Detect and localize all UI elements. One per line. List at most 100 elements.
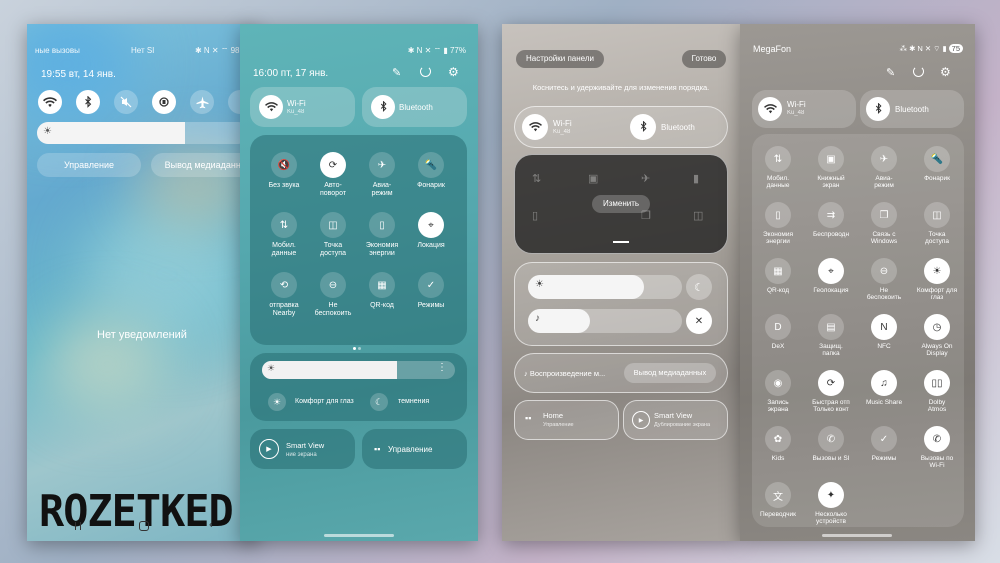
qr-icon: ▦ bbox=[765, 258, 791, 284]
wifi-ssid: Ku_48 bbox=[553, 129, 571, 135]
quick-toggle-mobile-data[interactable]: ⇅ Мобил. данные bbox=[256, 212, 312, 259]
quick-toggle-qr[interactable]: ▦ QR-код bbox=[354, 272, 410, 310]
nav-home-icon[interactable] bbox=[139, 521, 149, 531]
quick-toggle-dex[interactable]: D DeX bbox=[752, 314, 804, 350]
quick-toggle-translate[interactable]: 文 Переводчик bbox=[752, 482, 804, 518]
status-bar: ✱ N ✕ ⌔ ▮ 77% bbox=[407, 46, 466, 55]
quick-toggle-share[interactable]: ⟲ отправка Nearby bbox=[256, 272, 312, 319]
edit-button[interactable]: Изменить bbox=[592, 195, 650, 213]
quick-toggle-airplane[interactable]: ✈ Авиа- режим bbox=[858, 146, 910, 190]
edit-icon[interactable]: ✎ bbox=[392, 66, 401, 79]
moon-icon[interactable]: ☾ bbox=[686, 274, 712, 300]
wifi-tile[interactable]: Wi-Fi Ku_48 bbox=[752, 90, 856, 128]
flashlight-icon: ▮ bbox=[693, 173, 700, 185]
media-output-button[interactable]: Вывод медиаданных bbox=[624, 363, 716, 383]
screen-record-icon: ◉ bbox=[765, 370, 791, 396]
quick-toggle-battery[interactable]: ▯ Экономия энергии bbox=[752, 202, 804, 246]
mobile-data-icon: ⇅ bbox=[532, 173, 542, 185]
quick-toggle-airplane[interactable]: ✈ Авиа- режим bbox=[354, 152, 410, 199]
quick-toggle-rotate[interactable]: ⟳ Авто- поворот bbox=[305, 152, 361, 199]
toggle-label: Точка доступа bbox=[924, 231, 950, 246]
wifi-tile[interactable]: Wi-Fi Ku_48 bbox=[250, 87, 355, 127]
quick-toggle-location[interactable]: ⌖ Геолокация bbox=[805, 258, 857, 294]
quick-toggle-hotspot[interactable]: ◫ Точка доступа bbox=[305, 212, 361, 259]
quick-toggle-modes[interactable]: ✓ Режимы bbox=[403, 272, 459, 310]
nav-recent-icon[interactable] bbox=[75, 522, 81, 530]
mute-toggle[interactable] bbox=[114, 90, 138, 114]
toggle-label: Режимы bbox=[871, 455, 897, 462]
quick-toggle-location[interactable]: ⌖ Локация bbox=[403, 212, 459, 250]
brightness-slider[interactable]: ☀ ⋮ bbox=[262, 361, 455, 379]
quick-toggle-dolby[interactable]: ▯▯ Dolby Atmos bbox=[911, 370, 963, 414]
toggle-label: QR-код bbox=[766, 287, 790, 294]
done-button[interactable]: Готово bbox=[682, 50, 726, 68]
brightness-slider[interactable]: ☀ bbox=[37, 122, 249, 144]
battery-icon: ▯ bbox=[765, 202, 791, 228]
mute-icon[interactable]: ✕ bbox=[686, 308, 712, 334]
quick-toggle-screen-record[interactable]: ◉ Запись экрана bbox=[752, 370, 804, 414]
manage-label: Управление bbox=[388, 445, 433, 454]
gear-icon[interactable]: ⚙ bbox=[448, 65, 459, 79]
quick-toggle-calls[interactable]: ✆ Вызовы и SI bbox=[805, 426, 857, 462]
quick-toggle-mobile-data[interactable]: ⇅ Мобил. данные bbox=[752, 146, 804, 190]
quick-toggle-flashlight[interactable]: 🔦 Фонарик bbox=[911, 146, 963, 182]
quick-toggle-hotspot[interactable]: ◫ Точка доступа bbox=[911, 202, 963, 246]
sun-icon: ☀ bbox=[43, 126, 52, 137]
quick-toggle-flashlight[interactable]: 🔦 Фонарик bbox=[403, 152, 459, 190]
bluetooth-tile[interactable]: Bluetooth bbox=[860, 90, 964, 128]
home-label: Home bbox=[543, 411, 564, 420]
more-icon[interactable]: ⋮ bbox=[437, 362, 447, 373]
quick-toggle-dnd[interactable]: ⊖ Не беспокоить bbox=[858, 258, 910, 302]
airplane-icon: ✈ bbox=[871, 146, 897, 172]
quick-toggle-portrait[interactable]: ▣ Книжный экран bbox=[805, 146, 857, 190]
power-icon[interactable] bbox=[420, 66, 431, 77]
edit-icon[interactable]: ✎ bbox=[886, 66, 895, 79]
gear-icon[interactable]: ⚙ bbox=[940, 65, 951, 79]
quick-toggle-wifi-call[interactable]: ✆ Вызовы по Wi-Fi bbox=[911, 426, 963, 470]
quick-toggle-mute[interactable]: 🔇 Без звука bbox=[256, 152, 312, 190]
toggle-label: Мобил. данные bbox=[766, 175, 790, 190]
quick-toggle-wireless-share[interactable]: ⇉ Беспроводн bbox=[805, 202, 857, 238]
airplane-toggle[interactable] bbox=[190, 90, 214, 114]
manage-tile[interactable]: ▪▪ Управление bbox=[362, 429, 467, 469]
moon-icon[interactable]: ☾ bbox=[370, 393, 388, 411]
quick-toggle-clock[interactable]: ◷ Always On Display bbox=[911, 314, 963, 358]
home-tile[interactable]: ▪▪ Home Управление bbox=[514, 400, 619, 440]
toggle-label: Связь с Windows bbox=[870, 231, 898, 246]
hint-text: Коснитесь и удерживайте для изменения по… bbox=[532, 83, 710, 92]
quick-toggle-sun[interactable]: ☀ Комфорт для глаз bbox=[911, 258, 963, 302]
no-notifications-label: Нет уведомлений bbox=[97, 329, 187, 341]
bluetooth-tile[interactable]: Bluetooth bbox=[362, 87, 467, 127]
quick-toggle-battery[interactable]: ▯ Экономия энергии bbox=[354, 212, 410, 259]
autorotate-toggle[interactable] bbox=[152, 90, 176, 114]
manage-button[interactable]: Управление bbox=[37, 153, 141, 177]
brightness-slider[interactable]: ☀ bbox=[528, 275, 682, 299]
quick-toggle-dnd[interactable]: ⊖ Не беспокоить bbox=[305, 272, 361, 319]
location-icon: ⌖ bbox=[418, 212, 444, 238]
windows-link-icon: ❐ bbox=[871, 202, 897, 228]
volume-slider[interactable]: ♪ bbox=[528, 309, 682, 333]
quick-toggle-music-share[interactable]: ♫ Music Share bbox=[858, 370, 910, 406]
quick-toggle-secure-folder[interactable]: ▤ Защищ. папка bbox=[805, 314, 857, 358]
dark-mode-label: темнения bbox=[398, 398, 430, 405]
quick-toggle-qr[interactable]: ▦ QR-код bbox=[752, 258, 804, 294]
quick-toggle-nfc[interactable]: N NFC bbox=[858, 314, 910, 350]
quick-toggle-quick-share[interactable]: ⟳ Быстрая отп Только конт bbox=[805, 370, 857, 414]
smart-view-tile[interactable]: ▶ Smart View ние экрана bbox=[250, 429, 355, 469]
bluetooth-toggle[interactable] bbox=[76, 90, 100, 114]
panel-settings-button[interactable]: Настройки панели bbox=[516, 50, 604, 68]
quick-toggle-modes[interactable]: ✓ Режимы bbox=[858, 426, 910, 462]
quick-toggle-windows-link[interactable]: ❐ Связь с Windows bbox=[858, 202, 910, 246]
smart-view-tile[interactable]: ▶ Smart View Дублирование экрана bbox=[623, 400, 728, 440]
smart-view-label: Smart View bbox=[286, 441, 325, 450]
wifi-icon bbox=[259, 95, 283, 119]
airplane-icon bbox=[196, 96, 208, 108]
quick-toggle-kids[interactable]: ✿ Kids bbox=[752, 426, 804, 462]
status-icons: ✱ N ✕ ⌔ 98 bbox=[195, 46, 240, 55]
nav-back-icon[interactable]: ‹ bbox=[209, 519, 213, 531]
quick-toggle-multi-device[interactable]: ✦ Несколько устройств bbox=[805, 482, 857, 526]
eye-comfort-icon[interactable]: ☀ bbox=[268, 393, 286, 411]
wifi-toggle[interactable] bbox=[38, 90, 62, 114]
power-icon[interactable] bbox=[913, 66, 924, 77]
status-sim: Нет SI bbox=[131, 46, 155, 55]
